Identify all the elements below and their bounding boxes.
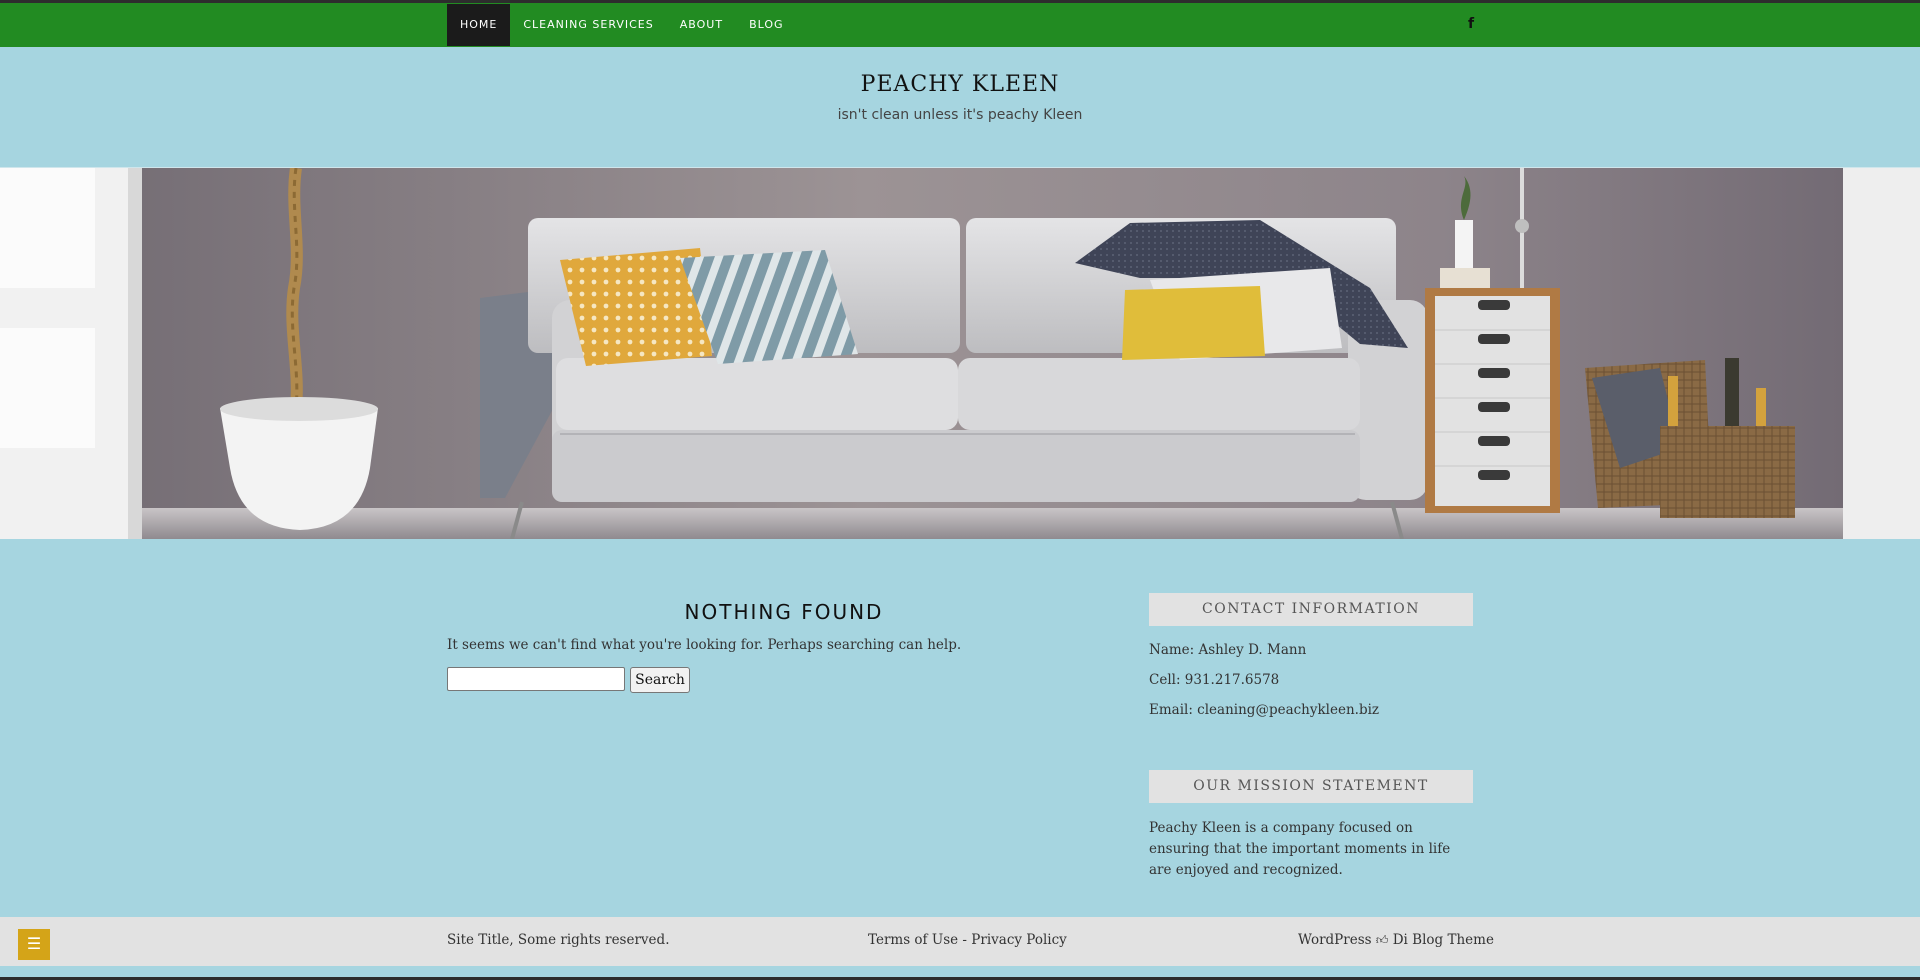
footer-copyright: Site Title, Some rights reserved. xyxy=(447,932,670,948)
nav-home[interactable]: HOME xyxy=(447,4,511,46)
footer-bottom-strip xyxy=(0,966,1920,980)
not-found-message: It seems we can't find what you're looki… xyxy=(447,637,962,653)
contact-email: Email: cleaning@peachykleen.biz xyxy=(1149,702,1380,718)
theme-link[interactable]: Di Blog Theme xyxy=(1393,932,1494,948)
terms-link[interactable]: Terms of Use xyxy=(868,932,958,948)
footer-separator: - xyxy=(958,932,972,948)
privacy-link[interactable]: Privacy Policy xyxy=(971,932,1067,948)
hero-image xyxy=(0,168,1920,539)
site-title[interactable]: PEACHY KLEEN xyxy=(0,72,1920,97)
footer-credit: WordPress 👍︎ Di Blog Theme xyxy=(1298,932,1494,948)
mission-widget-title: OUR MISSION STATEMENT xyxy=(1149,770,1473,803)
nav-blog[interactable]: BLOG xyxy=(736,4,796,46)
nav-about[interactable]: ABOUT xyxy=(667,4,736,46)
page-title: NOTHING FOUND xyxy=(684,600,884,624)
nav-cleaning-services[interactable]: CLEANING SERVICES xyxy=(510,4,666,46)
hamburger-icon[interactable]: ☰ xyxy=(18,929,50,960)
search-button[interactable]: Search xyxy=(630,667,690,693)
thumbs-up-icon: 👍︎ xyxy=(1375,933,1389,947)
top-navbar: HOME CLEANING SERVICES ABOUT BLOG f xyxy=(0,0,1920,47)
mission-text: Peachy Kleen is a company focused on ens… xyxy=(1149,820,1451,878)
primary-menu: HOME CLEANING SERVICES ABOUT BLOG xyxy=(447,4,797,47)
contact-widget-title: CONTACT INFORMATION xyxy=(1149,593,1473,626)
site-tagline: isn't clean unless it's peachy Kleen xyxy=(837,107,1083,123)
contact-name: Name: Ashley D. Mann xyxy=(1149,642,1307,658)
wordpress-link[interactable]: WordPress xyxy=(1298,932,1372,948)
footer-legal-links: Terms of Use - Privacy Policy xyxy=(868,932,1067,948)
contact-cell: Cell: 931.217.6578 xyxy=(1149,672,1280,688)
facebook-icon[interactable]: f xyxy=(1463,14,1479,34)
search-input[interactable] xyxy=(447,667,625,691)
